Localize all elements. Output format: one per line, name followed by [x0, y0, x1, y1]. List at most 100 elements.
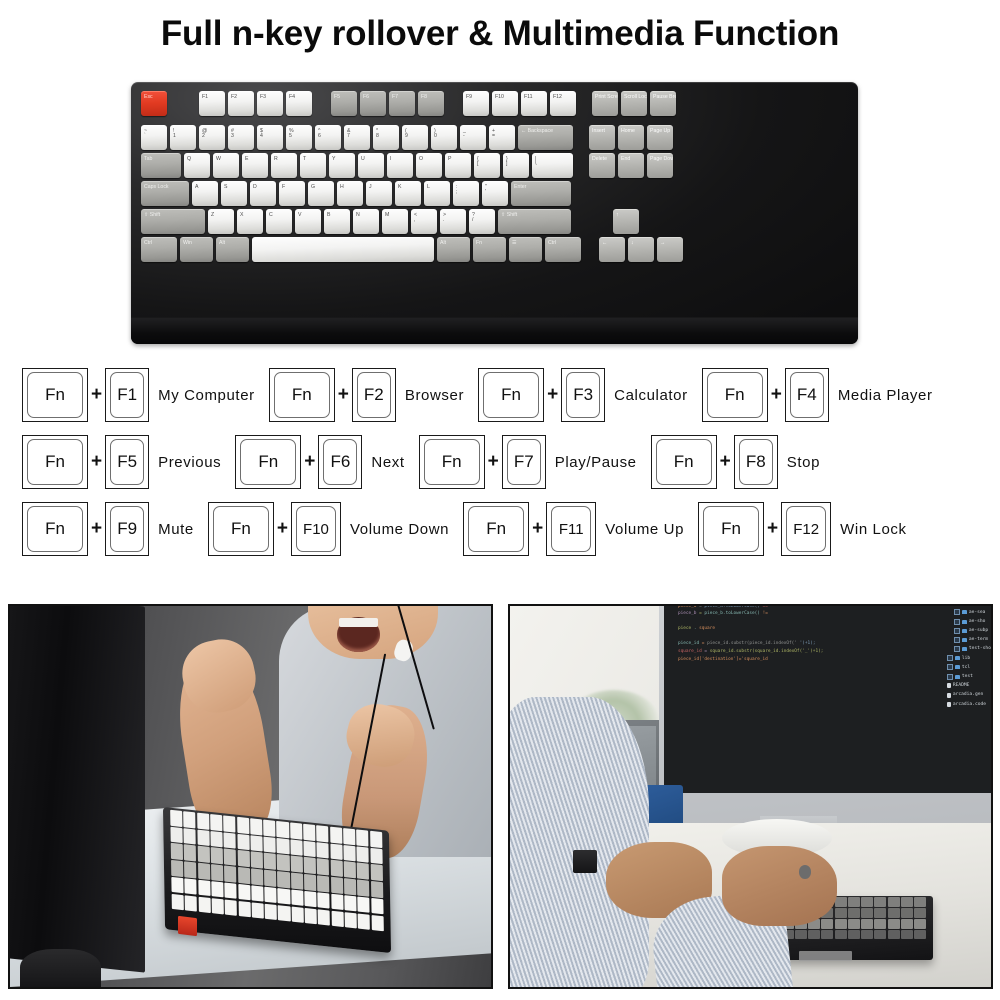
plus-symbol: +	[91, 518, 103, 539]
keycap-f12: F12	[781, 502, 832, 556]
key-space	[252, 237, 434, 262]
key-f: F	[279, 181, 305, 206]
keycap	[900, 929, 913, 940]
key--: >.	[440, 209, 466, 234]
keycap-fn: Fn	[268, 368, 335, 422]
keycap	[250, 851, 264, 869]
folder-icon	[954, 656, 960, 661]
expand-box-icon	[953, 609, 960, 616]
key-tab: Tab	[141, 153, 181, 178]
keycap-fn: Fn	[698, 502, 765, 556]
key-win: Win	[180, 237, 213, 262]
keycap-fn: Fn	[418, 435, 485, 489]
key--: ☰	[509, 237, 542, 262]
key-esc: Esc	[141, 91, 167, 116]
keycap	[224, 865, 237, 883]
key-f5: F5	[331, 91, 357, 116]
plus-symbol: +	[304, 451, 316, 472]
key-delete: Delete	[589, 153, 615, 178]
keycap	[887, 919, 900, 929]
keycap	[196, 812, 210, 830]
key-f2: F2	[228, 91, 254, 116]
key-8: * 8	[373, 125, 399, 150]
key-a: A	[192, 181, 218, 206]
keycap	[236, 817, 250, 834]
keycap-fn: Fn	[478, 368, 545, 422]
expand-box-icon	[953, 646, 960, 653]
key-l: L	[424, 181, 450, 206]
key-q: Q	[184, 153, 210, 178]
keycap	[370, 847, 383, 865]
keycap	[251, 885, 264, 903]
keycap	[224, 882, 238, 900]
plus-symbol: +	[532, 518, 544, 539]
keycap-f10: F10	[290, 502, 341, 556]
keycap	[317, 875, 330, 893]
keycap	[794, 929, 807, 940]
keycap	[276, 821, 290, 839]
keycap-fn: Fn	[22, 368, 88, 422]
key-alt: Alt	[216, 237, 249, 262]
shortcut-f1: Fn + F1 My Computer	[22, 368, 255, 422]
key-scroll-lock: Scroll Lock	[621, 91, 647, 116]
key-spacer	[315, 91, 328, 92]
plus-symbol: +	[91, 451, 103, 472]
keycap	[264, 870, 277, 887]
keycap-f9-label: F9	[110, 506, 145, 552]
key-v: V	[295, 209, 321, 234]
key-u: U	[358, 153, 384, 178]
keycap	[847, 919, 860, 929]
keycap	[197, 846, 210, 864]
file-icon	[946, 692, 951, 698]
keycap	[185, 895, 198, 912]
folder-icon	[961, 647, 967, 652]
key-f7: F7	[389, 91, 415, 116]
keycap	[250, 818, 263, 836]
keycap	[290, 872, 304, 890]
keycap	[184, 878, 198, 896]
photo-right-scene: piece_a = piece_a.toLowerCase() == piece_…	[510, 606, 991, 987]
keyboard-row-function-row: Esc F1 F2 F3 F4 F5 F6 F7 F8 F9 F10 F11 F12 Print Scre…	[141, 91, 679, 116]
key-enter: Enter	[511, 181, 571, 206]
file-tree-item: ae-subp	[945, 626, 991, 635]
keycap	[914, 908, 927, 918]
expand-box-icon	[946, 655, 953, 662]
file-tree-item: arcadia.code	[945, 700, 991, 709]
keyboard-row-home-row: Caps Lock A S D F G H J K L:; " ' Enter	[141, 181, 574, 206]
file-tree-label: arcadia.code	[952, 701, 987, 707]
folder-icon	[961, 637, 967, 642]
keycap	[197, 863, 211, 880]
keycap	[821, 929, 834, 940]
keyboard-brand-logo	[798, 950, 852, 961]
keycap	[171, 876, 184, 894]
keycap	[290, 839, 303, 857]
shortcut-f8: Fn + F8 Stop	[650, 435, 820, 489]
key-1: ! 1	[170, 125, 196, 150]
keycap	[291, 889, 304, 907]
keycap	[237, 850, 250, 868]
keycap	[330, 877, 344, 894]
key-b: B	[324, 209, 350, 234]
file-tree-label: ae-term	[968, 637, 989, 643]
keycap	[224, 899, 238, 917]
keycap-f11: F11	[546, 502, 597, 556]
key-m: M	[382, 209, 408, 234]
keycap-fn-label: Fn	[212, 506, 269, 552]
key-p: P	[445, 153, 471, 178]
key-j: J	[366, 181, 392, 206]
shortcut-f10: Fn + F10 Volume Down	[207, 502, 449, 556]
key--shift: ⇧ Shift	[141, 209, 205, 234]
photo-coder-typing: piece_a = piece_a.toLowerCase() == piece_…	[508, 604, 993, 989]
keycap	[290, 856, 303, 873]
keycap-f3-label: F3	[566, 372, 601, 418]
keycap-f9: F9	[105, 502, 150, 556]
keycap	[277, 854, 290, 872]
keycap	[303, 824, 316, 841]
key-ctrl: Ctrl	[141, 237, 177, 262]
keycap	[834, 919, 847, 929]
key-0: ) 0	[431, 125, 457, 150]
key-5: % 5	[286, 125, 312, 150]
keycap-f4-label: F4	[789, 372, 824, 418]
keycap	[861, 929, 874, 940]
keycap	[356, 846, 370, 864]
